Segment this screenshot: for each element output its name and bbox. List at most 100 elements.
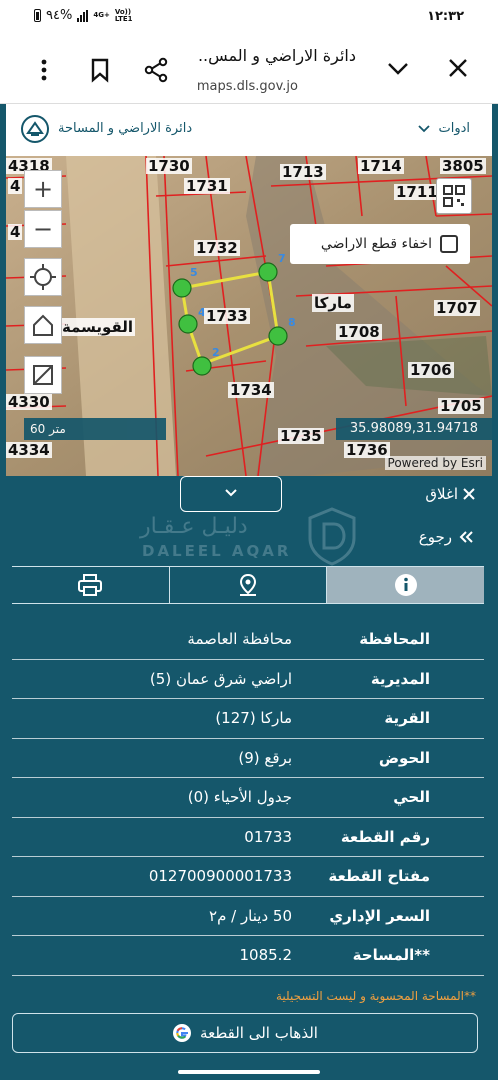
parcel-details: المحافظة محافظة العاصمة المديرية اراضي شرق…	[12, 620, 484, 976]
parcel-label: 1705	[438, 397, 484, 415]
parcel-label: 1714	[358, 157, 404, 175]
share-icon[interactable]	[142, 56, 170, 84]
detail-value: 50 دينار / م٢	[209, 906, 292, 925]
department-name: دائرة الاراضي و المساحة	[58, 121, 193, 136]
parcel-label: 1731	[184, 177, 230, 195]
area-label-marka: ماركا	[312, 294, 354, 312]
zoom-in-button[interactable]: +	[24, 170, 62, 208]
hide-parcels-toggle[interactable]: اخفاء قطع الاراضي	[290, 224, 470, 264]
panel-tabs	[12, 566, 485, 604]
detail-row: الحي جدول الأحياء (0)	[12, 778, 484, 818]
close-tab-icon[interactable]	[444, 54, 472, 82]
home-gesture-handle[interactable]	[178, 1070, 320, 1074]
plot-vertex	[258, 262, 278, 282]
parcel-label: 1734	[228, 381, 274, 399]
locate-button[interactable]	[24, 258, 62, 296]
tab-info[interactable]	[327, 567, 485, 603]
volte-indicator: Vo)) LTE1	[114, 7, 133, 23]
status-bar: ٩٤% 4G+ Vo)) LTE1 ١٢:٣٢	[0, 0, 498, 36]
crosshair-icon	[30, 264, 56, 290]
app-header: دائرة الاراضي و المساحة ادوات	[6, 104, 492, 156]
parcel-info-panel: اغلاق دليـل عـقـار DALEEL AQAR رجوع المح…	[6, 476, 492, 1070]
parcel-label: 1708	[336, 323, 382, 341]
parcel-label: 4334	[6, 441, 52, 459]
detail-label: الحي	[393, 788, 430, 806]
close-panel-link[interactable]: اغلاق	[425, 485, 476, 503]
detail-value: محافظة العاصمة	[187, 630, 292, 648]
google-icon	[173, 1024, 192, 1042]
detail-label: مفتاح القطعة	[328, 867, 430, 885]
area-note: **المساحة المحسوبة و ليست التسجيلية	[275, 989, 476, 1003]
chevron-down-icon[interactable]	[384, 54, 412, 82]
detail-value: 01733	[244, 827, 292, 846]
detail-row: السعر الإداري 50 دينار / م٢	[12, 897, 484, 936]
home-icon	[33, 314, 53, 336]
detail-label: الحوض	[378, 748, 430, 767]
parcel-label: 1707	[434, 299, 480, 317]
status-icons: ٩٤% 4G+ Vo)) LTE1	[34, 8, 133, 23]
detail-row: المحافظة محافظة العاصمة	[12, 620, 484, 660]
detail-value: برقع (9)	[238, 748, 292, 767]
page-url[interactable]: maps.dls.gov.jo	[197, 79, 298, 94]
close-icon	[463, 488, 475, 500]
status-time: ١٢:٣٢	[427, 9, 464, 24]
plot-vertex	[178, 314, 198, 334]
parcel-label: 1730	[146, 157, 192, 175]
map-attribution: Powered by Esri	[384, 456, 486, 470]
detail-row: مفتاح القطعة 012700900001733	[12, 857, 484, 897]
tools-menu[interactable]: ادوات	[418, 121, 470, 136]
detail-value: 1085.2	[239, 946, 293, 964]
zoom-out-button[interactable]: −	[24, 210, 62, 248]
parcel-label: 1711	[394, 183, 440, 201]
goto-label: الذهاب الى القطعة	[200, 1024, 318, 1042]
goto-parcel-button[interactable]: الذهاب الى القطعة	[12, 1013, 478, 1053]
parcel-label: 4330	[6, 393, 52, 411]
detail-label: القرية	[384, 709, 430, 727]
vertex-label: 7	[278, 252, 286, 265]
watermark-english: DALEEL AQAR	[142, 542, 292, 560]
chevron-down-icon	[418, 124, 431, 132]
area-label-quwaysmeh: القويسمة	[60, 318, 136, 336]
battery-percent: ٩٤%	[46, 8, 73, 23]
parcel-label: 1713	[280, 163, 326, 181]
hide-parcels-label: اخفاء قطع الاراضي	[320, 236, 432, 252]
parcel-label: 3805	[440, 157, 486, 175]
vertex-label: 5	[190, 266, 198, 279]
page-title: دائرة الاراضي و المس..	[197, 46, 356, 65]
double-chevron-icon	[459, 531, 473, 543]
home-button[interactable]	[24, 306, 62, 344]
detail-label: **المساحة	[352, 946, 430, 964]
detail-label: السعر الإداري	[329, 906, 430, 925]
detail-value: جدول الأحياء (0)	[187, 788, 292, 806]
map-view[interactable]: 5 7 8 2 4 4318 1730 1731 1713 1714 3805 …	[6, 156, 492, 476]
close-label: اغلاق	[425, 485, 458, 503]
tab-location[interactable]	[170, 567, 328, 603]
coordinates-readout: 35.98089,31.94718	[336, 418, 492, 440]
map-pin-icon	[239, 573, 257, 596]
network-type: 4G+	[93, 11, 110, 19]
detail-value: 012700900001733	[148, 867, 292, 885]
parcel-label: 4	[8, 177, 23, 195]
plot-vertex	[192, 356, 212, 376]
watermark-arabic: دليـل عـقـار	[140, 514, 248, 539]
signal-icon	[77, 9, 89, 22]
scale-bar: 60 متر	[24, 418, 166, 440]
detail-row: الحوض برقع (9)	[12, 739, 484, 778]
tools-label: ادوات	[438, 121, 470, 136]
printer-icon	[78, 574, 103, 596]
tab-print[interactable]	[12, 567, 170, 603]
back-label: رجوع	[418, 528, 452, 546]
watermark: دليـل عـقـار DALEEL AQAR	[140, 506, 370, 566]
detail-label: رقم القطعة	[340, 827, 430, 846]
bookmark-icon[interactable]	[88, 56, 112, 84]
parcel-label: 4	[8, 223, 23, 241]
detail-row: **المساحة 1085.2	[12, 936, 484, 976]
back-link[interactable]: رجوع	[419, 528, 474, 546]
parcel-label: 1706	[408, 361, 454, 379]
basemap-button[interactable]	[24, 356, 62, 394]
hide-parcels-checkbox[interactable]	[440, 235, 458, 253]
parcel-label: 1732	[194, 239, 240, 257]
qr-code-icon[interactable]	[436, 178, 472, 214]
more-menu-icon[interactable]	[34, 56, 54, 84]
detail-value: ماركا (127)	[215, 709, 292, 727]
